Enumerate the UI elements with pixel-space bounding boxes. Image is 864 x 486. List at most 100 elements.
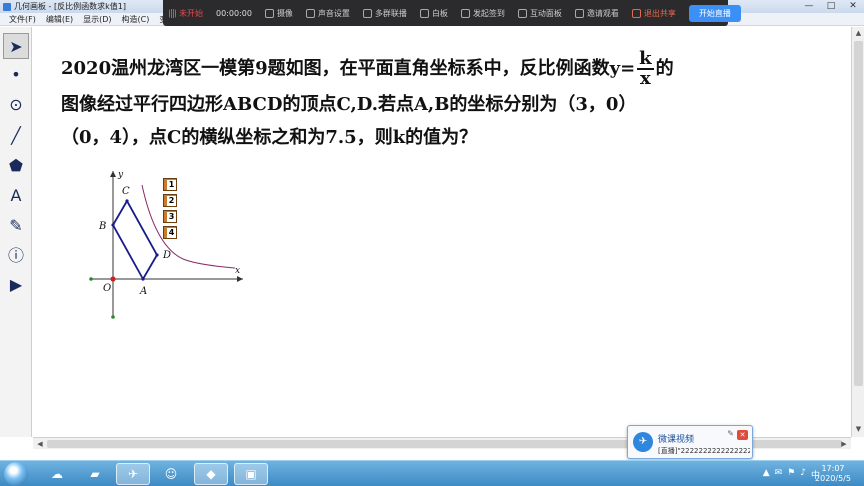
point-a[interactable] — [141, 277, 145, 281]
step-button-4[interactable]: 4 — [163, 226, 177, 239]
scroll-up-arrow-icon[interactable]: ▲ — [854, 29, 863, 38]
question-line3: （0，4），点C的横纵坐标之和为7.5，则k的值为？ — [61, 127, 478, 148]
text-tool[interactable]: A — [3, 182, 29, 208]
checkin-button[interactable]: 发起签到 — [460, 8, 505, 19]
point-d[interactable] — [155, 253, 159, 257]
invite-button[interactable]: 邀请观看 — [574, 8, 619, 19]
tray-volume-icon[interactable]: ♪ — [800, 468, 806, 481]
system-clock[interactable]: 17:07 2020/5/5 — [810, 464, 856, 484]
cloud-app-icon: ☁ — [51, 467, 63, 481]
exit-share-button[interactable]: 退出共享 — [631, 8, 676, 19]
info-tool-icon: ⓘ — [7, 246, 24, 265]
info-tool[interactable]: ⓘ — [3, 241, 29, 267]
clock-date: 2020/5/5 — [815, 474, 851, 483]
checkin-label: 发起签到 — [472, 8, 505, 18]
step-button-1-label: 1 — [167, 180, 176, 190]
pin-icon[interactable]: ✎ — [727, 429, 734, 438]
panel-icon — [517, 8, 527, 18]
speaker-icon — [305, 8, 315, 18]
taskbar: ☁ ▰ ✈ ☺ ◆ ▣ ▲ ✉ ⚑ ♪ 中 17:07 2020/5/5 — [0, 460, 864, 486]
question-line2: 图像经过平行四边形ABCD的顶点C,D.若点A,B的坐标分别为（3，0） — [61, 94, 637, 115]
folder-icon: ▰ — [90, 467, 100, 481]
minimize-button[interactable]: — — [798, 0, 820, 13]
menu-display[interactable]: 显示(D) — [78, 13, 116, 25]
tray-message-icon[interactable]: ✉ — [775, 468, 783, 481]
point-c[interactable] — [125, 199, 129, 203]
taskbar-sketchpad[interactable]: ◆ — [194, 463, 228, 485]
custom-tool[interactable]: ▶ — [3, 271, 29, 297]
vertical-scroll-thumb[interactable] — [854, 41, 863, 386]
clock-time: 17:07 — [821, 464, 845, 473]
polygon-tool[interactable]: ⬟ — [3, 152, 29, 178]
group-icon — [362, 8, 372, 18]
multi-group-button[interactable]: 多群联播 — [362, 8, 407, 19]
record-level-icon — [169, 8, 176, 18]
camera-button[interactable]: 摄像 — [264, 8, 293, 19]
label-a: A — [139, 286, 147, 297]
label-o: O — [103, 283, 111, 294]
taskbar-cloud-app[interactable]: ☁ — [40, 463, 74, 485]
whiteboard-button[interactable]: 白板 — [419, 8, 448, 19]
step-button-2[interactable]: 2 — [163, 194, 177, 207]
origin-point[interactable] — [110, 276, 116, 282]
taskbar-live-app[interactable]: ✈ — [116, 463, 150, 485]
step-button-4-label: 4 — [167, 228, 176, 238]
interaction-panel-button[interactable]: 互动面板 — [517, 8, 562, 19]
menu-file[interactable]: 文件(F) — [4, 13, 41, 25]
y-axis-point[interactable] — [111, 315, 115, 319]
sound-settings-button[interactable]: 声音设置 — [305, 8, 350, 19]
sound-settings-label: 声音设置 — [317, 8, 350, 18]
scroll-down-arrow-icon[interactable]: ▼ — [854, 425, 863, 434]
tray-flag-icon[interactable]: ⚑ — [787, 468, 795, 481]
point-b[interactable] — [111, 223, 115, 227]
compass-tool-icon: ⊙ — [9, 94, 23, 114]
step-button-3-label: 3 — [167, 212, 176, 222]
label-c: C — [122, 186, 130, 197]
step-button-1[interactable]: 1 — [163, 178, 177, 191]
record-status-label: 未开始 — [179, 8, 203, 18]
x-axis-point[interactable] — [89, 277, 93, 281]
marker-tool[interactable]: ✎ — [3, 212, 29, 238]
geometry-figure: x y O A B C D — [89, 170, 243, 319]
compass-tool[interactable]: ⊙ — [3, 91, 29, 117]
notification-title: 微课视频 — [658, 435, 695, 445]
taskbar-explorer[interactable]: ▰ — [78, 463, 112, 485]
scroll-left-arrow-icon[interactable]: ◀ — [35, 439, 45, 449]
label-b: B — [98, 221, 106, 232]
question-line1: 2020温州龙湾区一模第9题如图，在平面直角坐标系中，反比例函数y= — [61, 58, 636, 79]
arrow-select-icon: ➤ — [9, 36, 23, 56]
start-live-button[interactable]: 开始直播 — [688, 4, 741, 22]
taskbar-wechat[interactable]: ☺ — [154, 463, 188, 485]
y-axis-arrow — [110, 171, 116, 177]
custom-tool-icon: ▶ — [9, 274, 23, 294]
close-button[interactable]: ✕ — [842, 0, 864, 13]
whiteboard-icon — [419, 8, 429, 18]
start-button[interactable] — [4, 462, 28, 486]
record-time: 00:00:00 — [216, 8, 252, 18]
invite-icon — [574, 8, 584, 18]
screen: 几何画板 - [反比例函数求k值1] — □ ✕ 文件(F) 编辑(E) 显示(… — [0, 0, 864, 486]
select-tool[interactable]: ➤ — [3, 33, 29, 59]
tray-expand-icon[interactable]: ▲ — [763, 468, 770, 481]
point-tool[interactable]: • — [3, 61, 29, 87]
menu-edit[interactable]: 编辑(E) — [41, 13, 78, 25]
parallelogram-abcd[interactable] — [111, 199, 159, 281]
notification-popup[interactable]: ✈ 微课视频 [直播]"2222222222222222 ✎ ✕ — [627, 425, 753, 459]
record-status[interactable]: 未开始 — [169, 8, 203, 19]
taskbar-screen-app[interactable]: ▣ — [234, 463, 268, 485]
live-toolbar: 未开始 00:00:00 摄像 声音设置 多群联播 白板 发起签到 互动面板 邀… — [163, 0, 741, 26]
notification-text: [直播]"2222222222222222 — [658, 447, 750, 455]
maximize-button[interactable]: □ — [820, 0, 842, 13]
menu-construct[interactable]: 构造(C) — [117, 13, 155, 25]
step-button-3[interactable]: 3 — [163, 210, 177, 223]
location-icon — [460, 8, 470, 18]
point-tool-icon: • — [11, 64, 21, 84]
fraction-k-over-x: kx — [637, 50, 654, 88]
notification-close-button[interactable]: ✕ — [737, 430, 748, 440]
vertical-scrollbar[interactable]: ▲ ▼ — [851, 27, 864, 437]
line-tool[interactable]: ╱ — [3, 122, 29, 148]
sketch-canvas[interactable]: 2020温州龙湾区一模第9题如图，在平面直角坐标系中，反比例函数y= k x 的 图像… — [33, 27, 851, 437]
scroll-right-arrow-icon[interactable]: ▶ — [839, 439, 849, 449]
label-d: D — [162, 250, 171, 261]
wechat-icon: ☺ — [164, 467, 178, 481]
